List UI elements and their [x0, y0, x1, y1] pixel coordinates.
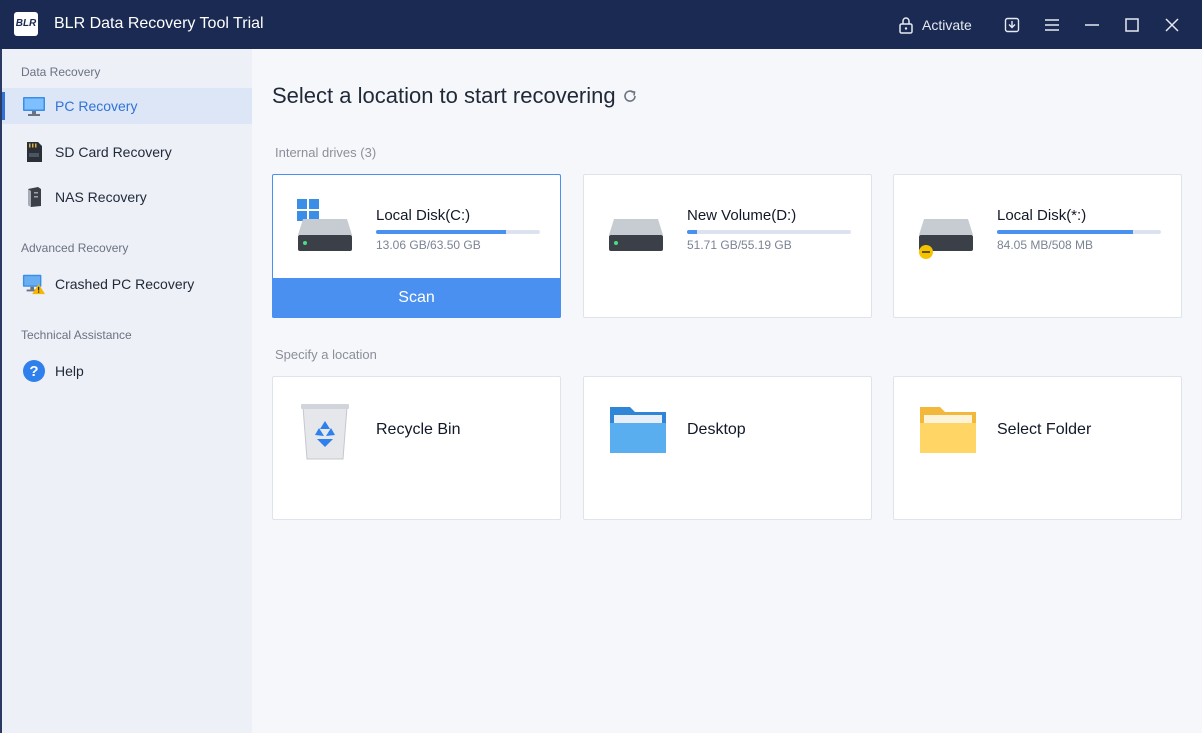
drive-size: 84.05 MB/508 MB [997, 238, 1094, 252]
minimize-icon [1085, 24, 1099, 26]
drive-name: Local Disk(*:) [997, 207, 1087, 224]
sidebar-item-label: Crashed PC Recovery [55, 276, 195, 292]
menu-button[interactable] [1040, 13, 1064, 37]
nas-icon [22, 185, 46, 209]
scan-button[interactable]: Scan [272, 278, 561, 318]
main-panel: Select a location to start recovering In… [252, 49, 1202, 733]
sidebar-item-nas-recovery[interactable]: NAS Recovery [2, 179, 252, 215]
drive-usage-bar [687, 230, 851, 234]
drive-usage-bar [997, 230, 1161, 234]
title-bar: BLR BLR Data Recovery Tool Trial Activat… [0, 0, 1202, 49]
drive-name: New Volume(D:) [687, 207, 797, 224]
refresh-icon[interactable] [622, 88, 638, 104]
sidebar-item-sd-card-recovery[interactable]: SD Card Recovery [2, 134, 252, 170]
hard-drive-icon [609, 219, 663, 251]
drive-card-d[interactable]: New Volume(D:) 51.71 GB/55.19 GB [583, 174, 872, 318]
activate-button[interactable]: Activate [898, 13, 972, 37]
recycle-bin-icon [301, 404, 349, 460]
sidebar-item-label: PC Recovery [55, 98, 138, 114]
sidebar-item-label: NAS Recovery [55, 189, 147, 205]
drive-usage-fill [376, 230, 506, 234]
location-name: Select Folder [997, 421, 1092, 438]
drive-name: Local Disk(C:) [376, 207, 471, 224]
sidebar-item-label: Help [55, 363, 84, 379]
sd-card-icon [22, 140, 46, 164]
section-label-technical-assistance: Technical Assistance [21, 328, 132, 342]
location-name: Recycle Bin [376, 421, 461, 438]
sidebar-item-help[interactable]: ? Help [2, 353, 252, 389]
drive-card-unknown[interactable]: Local Disk(*:) 84.05 MB/508 MB [893, 174, 1182, 318]
sidebar-item-crashed-pc-recovery[interactable]: Crashed PC Recovery [2, 266, 252, 302]
activate-label: Activate [922, 17, 972, 33]
desktop-folder-icon [610, 407, 666, 453]
maximize-button[interactable] [1120, 13, 1144, 37]
internal-drives-label: Internal drives (3) [275, 145, 377, 160]
app-logo: BLR [14, 12, 38, 36]
hamburger-menu-icon [1045, 19, 1059, 31]
monitor-icon [22, 94, 46, 118]
sidebar-item-label: SD Card Recovery [55, 144, 172, 160]
hard-drive-icon [919, 219, 973, 259]
specify-location-label: Specify a location [275, 347, 377, 362]
page-title-text: Select a location to start recovering [272, 83, 616, 108]
help-icon: ? [22, 359, 46, 383]
close-icon [1165, 18, 1179, 32]
sidebar-item-pc-recovery[interactable]: PC Recovery [2, 88, 252, 124]
app-title: BLR Data Recovery Tool Trial [54, 15, 264, 32]
page-title: Select a location to start recovering [272, 83, 638, 109]
drive-usage-fill [687, 230, 697, 234]
crashed-pc-icon [22, 272, 46, 296]
svg-text:?: ? [29, 363, 38, 380]
drive-size: 13.06 GB/63.50 GB [376, 238, 481, 252]
drive-card-c[interactable]: Local Disk(C:) 13.06 GB/63.50 GB Scan [272, 174, 561, 318]
section-label-data-recovery: Data Recovery [21, 65, 101, 79]
sidebar: Data Recovery PC Recovery SD Card Recove… [2, 49, 252, 733]
drive-usage-fill [997, 230, 1134, 234]
folder-icon [920, 407, 976, 453]
lock-icon [899, 17, 913, 34]
drive-size: 51.71 GB/55.19 GB [687, 238, 792, 252]
drive-usage-bar [376, 230, 540, 234]
location-card-desktop[interactable]: Desktop [583, 376, 872, 520]
hard-drive-icon [298, 219, 352, 251]
section-label-advanced-recovery: Advanced Recovery [21, 241, 129, 255]
location-card-recycle-bin[interactable]: Recycle Bin [272, 376, 561, 520]
location-card-select-folder[interactable]: Select Folder [893, 376, 1182, 520]
download-button[interactable] [1000, 13, 1024, 37]
download-icon [1004, 17, 1020, 33]
location-name: Desktop [687, 421, 746, 438]
minimize-button[interactable] [1080, 13, 1104, 37]
close-button[interactable] [1160, 13, 1184, 37]
maximize-icon [1125, 18, 1139, 32]
